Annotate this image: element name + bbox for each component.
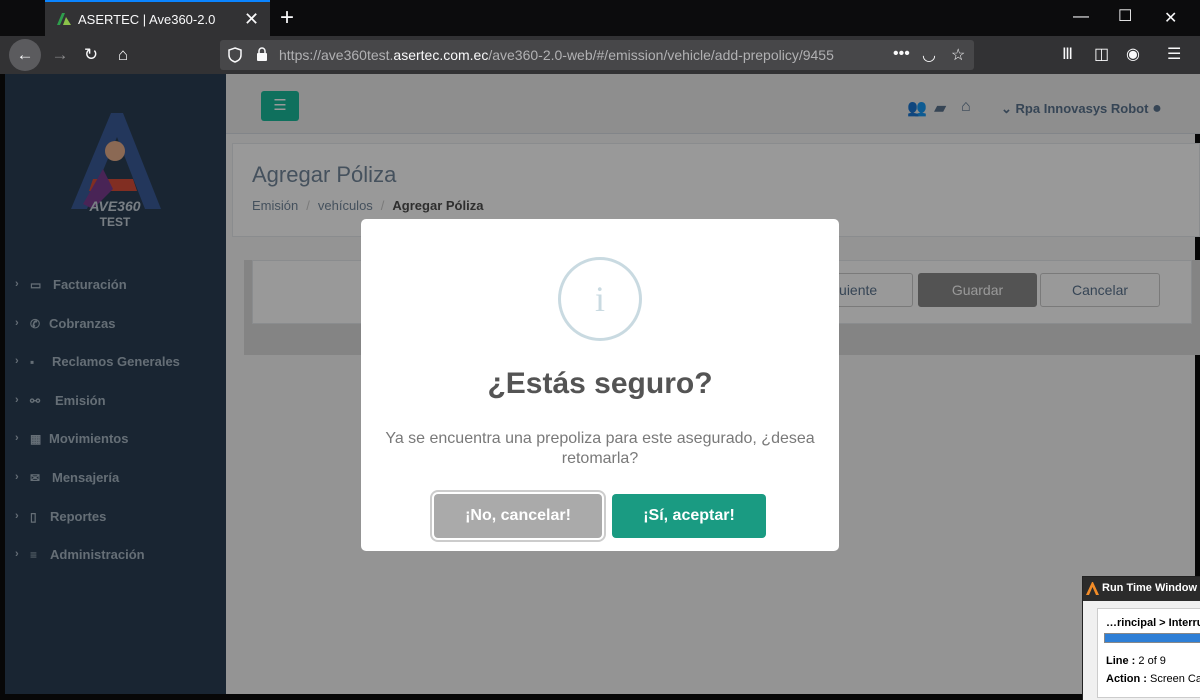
dialog-message: Ya se encuentra una prepoliza para este … <box>385 430 815 467</box>
runtime-status: …rincipal > Interru Line : 2 of 9 Action… <box>1097 608 1200 698</box>
runtime-task-path: …rincipal > Interru <box>1106 617 1200 629</box>
browser-tabbar: ASERTEC | Ave360-2.0 ✕ + — ☐ ✕ <box>0 0 1200 36</box>
automation-anywhere-icon <box>1086 582 1099 595</box>
site-favicon-icon <box>57 13 71 25</box>
maximize-icon[interactable]: ☐ <box>1118 6 1132 26</box>
tab-close-icon[interactable]: ✕ <box>244 9 259 30</box>
screen: ASERTEC | Ave360-2.0 ✕ + — ☐ ✕ ← → ↻ ⌂ h… <box>0 0 1200 700</box>
home-button[interactable]: ⌂ <box>109 41 137 69</box>
new-tab-button[interactable]: + <box>280 4 294 32</box>
library-icon[interactable]: Ⅲ <box>1062 44 1073 64</box>
arrow-left-icon: ← <box>16 45 34 64</box>
dialog-title: ¿Estás seguro? <box>487 367 713 400</box>
url-text: https://ave360test.asertec.com.ec/ave360… <box>279 47 834 63</box>
account-icon[interactable]: ◉ <box>1126 44 1140 64</box>
runtime-line-label: Line : <box>1106 655 1136 667</box>
confirm-dialog: i ¿Estás seguro? Ya se encuentra una pre… <box>361 219 839 551</box>
back-button[interactable]: ← <box>9 39 41 71</box>
browser-tab[interactable]: ASERTEC | Ave360-2.0 ✕ <box>45 0 270 36</box>
runtime-action-label: Action : <box>1106 673 1147 685</box>
pocket-icon[interactable]: ◡ <box>922 45 936 65</box>
app-menu-icon[interactable]: ☰ <box>1167 44 1181 64</box>
browser-navbar: ← → ↻ ⌂ https://ave360test.asertec.com.e… <box>0 36 1200 74</box>
minimize-icon[interactable]: — <box>1073 8 1089 26</box>
home-icon: ⌂ <box>117 45 129 64</box>
dialog-cancel-button[interactable]: ¡No, cancelar! <box>434 494 602 538</box>
url-prefix: https://ave360test. <box>279 47 394 63</box>
runtime-window-title: Run Time Window <box>1102 582 1198 594</box>
runtime-window[interactable]: Run Time Window …rincipal > Interru Line… <box>1082 576 1200 700</box>
runtime-progress-fill <box>1105 634 1200 642</box>
runtime-window-titlebar[interactable]: Run Time Window <box>1083 577 1200 601</box>
reload-button[interactable]: ↻ <box>77 41 105 69</box>
runtime-action-value: Screen Ca <box>1150 673 1200 685</box>
runtime-line: Line : 2 of 9 <box>1106 655 1166 667</box>
url-domain: asertec.com.ec <box>393 47 489 63</box>
dialog-confirm-button[interactable]: ¡Sí, aceptar! <box>612 494 766 538</box>
page-actions-icon[interactable]: ••• <box>893 45 910 63</box>
arrow-right-icon: → <box>51 45 69 64</box>
info-icon: i <box>558 257 642 341</box>
lock-icon <box>257 47 267 61</box>
window-close-icon[interactable]: ✕ <box>1164 8 1177 28</box>
bookmark-star-icon[interactable]: ☆ <box>951 45 965 65</box>
tab-title: ASERTEC | Ave360-2.0 <box>78 12 216 27</box>
runtime-action: Action : Screen Ca <box>1106 673 1200 685</box>
url-path: /ave360-2.0-web/#/emission/vehicle/add-p… <box>488 47 834 63</box>
address-bar[interactable]: https://ave360test.asertec.com.ec/ave360… <box>220 40 974 70</box>
sidebar-toggle-icon[interactable]: ◫ <box>1094 44 1109 64</box>
forward-button[interactable]: → <box>46 41 74 69</box>
runtime-line-value: 2 of 9 <box>1138 655 1166 667</box>
shield-icon <box>228 47 242 63</box>
reload-icon: ↻ <box>83 45 99 64</box>
runtime-progress-bar <box>1104 633 1200 643</box>
